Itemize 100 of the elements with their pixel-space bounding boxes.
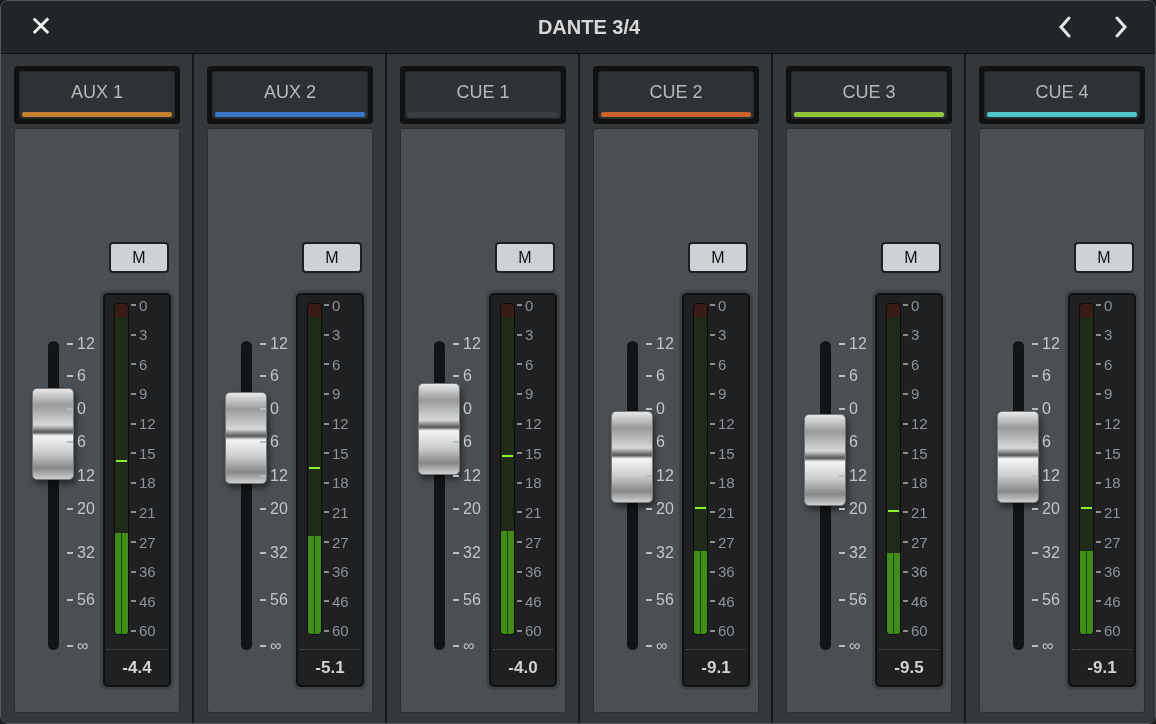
fader-scale-label: 6 (1042, 367, 1051, 385)
scale-tick (260, 375, 266, 377)
meter-scale-label: 9 (139, 385, 148, 403)
close-button[interactable]: ✕ (21, 13, 61, 41)
scale-tick (67, 375, 73, 377)
meter-scale-label: 60 (911, 622, 928, 640)
fader-handle[interactable] (225, 392, 267, 485)
meter-scale-label: 60 (525, 622, 542, 640)
scale-tick (453, 552, 459, 554)
meter-scale-label: 3 (1104, 326, 1113, 344)
channel-name-button[interactable]: AUX 1 (19, 71, 175, 119)
scale-tick (839, 552, 845, 554)
scale-tick (260, 599, 266, 601)
scale-tick (131, 422, 136, 425)
fader-scale-label: 6 (77, 433, 86, 451)
fader-scale-label: 12 (656, 335, 674, 353)
scale-tick (710, 363, 715, 366)
mute-button[interactable]: M (302, 242, 362, 273)
fader-scale-label: 12 (270, 467, 288, 485)
fader-scale-label: ∞ (656, 637, 668, 655)
fader-scale-label: 12 (463, 335, 481, 353)
scale-tick (1096, 422, 1101, 425)
scale-tick (1032, 645, 1038, 647)
scale-tick (517, 629, 522, 632)
fader-handle[interactable] (418, 383, 460, 476)
meter-scale-label: 36 (332, 563, 349, 581)
window-title: DANTE 3/4 (537, 15, 641, 39)
meter-scale-label: 0 (139, 296, 148, 314)
scale-tick (517, 600, 522, 603)
scale-tick (1032, 343, 1038, 345)
scale-tick (839, 508, 845, 510)
channel-name-button[interactable]: CUE 4 (984, 71, 1140, 119)
scale-tick (903, 304, 908, 306)
scale-tick (710, 629, 715, 632)
scale-tick (453, 645, 459, 647)
chevron-right-icon[interactable] (1113, 16, 1129, 38)
scale-tick (67, 552, 73, 554)
meter-scale-label: 60 (718, 622, 735, 640)
mute-button[interactable]: M (109, 242, 169, 273)
meter-scale-label: 3 (525, 326, 534, 344)
meter-scale-label: 36 (718, 563, 735, 581)
fader-scale-label: 56 (1042, 591, 1060, 609)
mute-button[interactable]: M (688, 242, 748, 273)
scale-tick (1032, 408, 1038, 410)
mute-button[interactable]: M (881, 242, 941, 273)
fader-scale-label: 0 (656, 400, 665, 418)
fader-scale-label: ∞ (849, 637, 861, 655)
fader-scale-label: 56 (77, 591, 95, 609)
meter-scale-label: 3 (718, 326, 727, 344)
level-readout: -5.1 (300, 649, 360, 678)
scale-tick (1096, 600, 1101, 603)
meter-scale-label: 27 (718, 533, 735, 551)
channel-name-button[interactable]: CUE 3 (791, 71, 947, 119)
scale-tick (324, 333, 329, 336)
scale-tick (839, 343, 845, 345)
channel-name-button[interactable]: AUX 2 (212, 71, 368, 119)
scale-tick (131, 304, 136, 306)
scale-tick (839, 645, 845, 647)
scale-tick (646, 599, 652, 601)
scale-tick (710, 304, 715, 306)
scale-tick (131, 363, 136, 366)
channel-name-button[interactable]: CUE 1 (405, 71, 561, 119)
meter-scale-label: 21 (139, 503, 156, 521)
scale-tick (903, 363, 908, 366)
scale-tick (453, 343, 459, 345)
fader-scale-label: 6 (77, 367, 86, 385)
scale-tick (903, 422, 908, 425)
scale-tick (324, 570, 329, 573)
scale-tick (903, 333, 908, 336)
meter-scale-label: 9 (911, 385, 920, 403)
fader-handle[interactable] (32, 387, 74, 480)
fader-scale-label: 6 (270, 433, 279, 451)
fader-scale-label: 0 (77, 400, 86, 418)
scale-tick (1096, 511, 1101, 514)
scale-tick (260, 645, 266, 647)
fader-handle[interactable] (611, 410, 653, 503)
scale-tick (710, 541, 715, 543)
scale-tick (131, 600, 136, 603)
scale-tick (517, 304, 522, 306)
fader-handle[interactable] (997, 410, 1039, 503)
scale-tick (324, 422, 329, 425)
scale-tick (517, 363, 522, 366)
scale-tick (1096, 481, 1101, 484)
scale-tick (839, 599, 845, 601)
scale-tick (131, 481, 136, 484)
meter-scale-label: 9 (1104, 385, 1113, 403)
meter-scale-label: 0 (332, 296, 341, 314)
chevron-left-icon[interactable] (1057, 16, 1073, 38)
scale-tick (324, 541, 329, 543)
scale-tick (324, 629, 329, 632)
meter-scale-label: 46 (911, 592, 928, 610)
fader-handle[interactable] (804, 413, 846, 506)
channel-name-button[interactable]: CUE 2 (598, 71, 754, 119)
mute-button[interactable]: M (495, 242, 555, 273)
mute-button[interactable]: M (1074, 242, 1134, 273)
meter-scale-label: 46 (139, 592, 156, 610)
meter-scale-label: 27 (911, 533, 928, 551)
fader-scale-label: 6 (656, 367, 665, 385)
level-readout: -9.5 (879, 649, 939, 678)
fader-scale-label: 6 (463, 433, 472, 451)
